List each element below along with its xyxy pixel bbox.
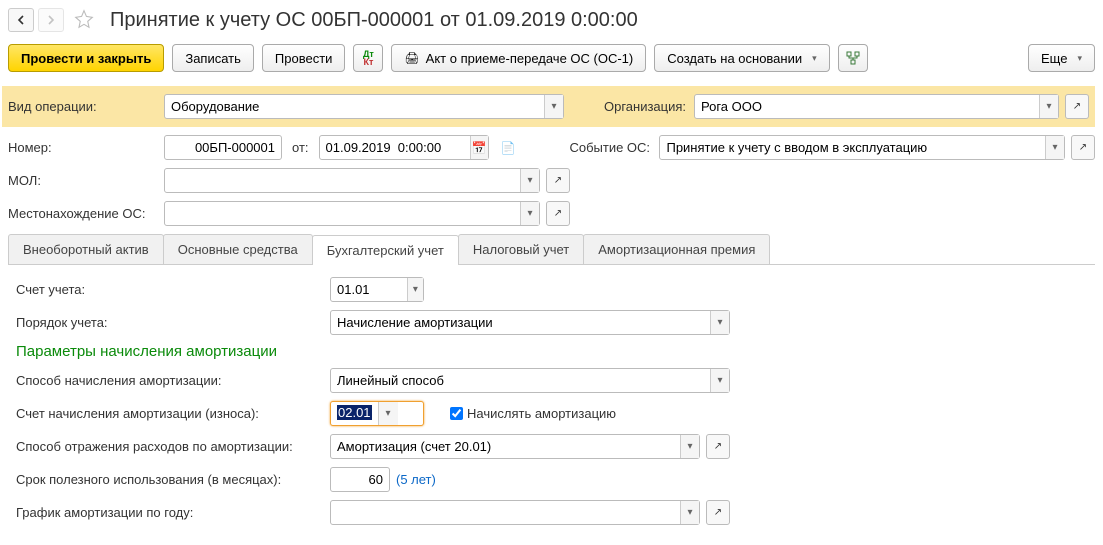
dropdown-icon[interactable]: ▾ (520, 202, 539, 225)
print-act-button[interactable]: 🖨 Акт о приеме-передаче ОС (ОС-1) (391, 44, 646, 72)
link-structure-button[interactable] (838, 44, 868, 72)
schedule-label: График амортизации по году: (16, 505, 324, 520)
command-bar: Провести и закрыть Записать Провести ДтК… (8, 42, 1095, 74)
dropdown-icon[interactable]: ▾ (520, 169, 539, 192)
dropdown-icon[interactable]: ▾ (710, 369, 729, 392)
event-input[interactable]: ▾ (659, 135, 1065, 160)
more-button[interactable]: Еще (1028, 44, 1095, 72)
method-label: Способ начисления амортизации: (16, 373, 324, 388)
life-input[interactable] (330, 467, 390, 492)
structure-icon (846, 51, 860, 65)
life-label: Срок полезного использования (в месяцах)… (16, 472, 324, 487)
method-input[interactable]: ▾ (330, 368, 730, 393)
dtkt-button[interactable]: ДтКт (353, 44, 383, 72)
post-button[interactable]: Провести (262, 44, 346, 72)
section-title: Параметры начисления амортизации (16, 343, 1087, 360)
mol-input[interactable]: ▾ (164, 168, 540, 193)
print-act-label: Акт о приеме-передаче ОС (ОС-1) (426, 51, 634, 66)
order-label: Порядок учета: (16, 315, 324, 330)
dropdown-icon[interactable]: ▾ (378, 402, 398, 425)
from-label: от: (292, 140, 309, 155)
dropdown-icon[interactable]: ▾ (680, 501, 699, 524)
op-type-input[interactable]: ▾ (164, 94, 564, 119)
page-title: Принятие к учету ОС 00БП-000001 от 01.09… (110, 9, 638, 32)
new-doc-icon[interactable]: 📄 (501, 141, 516, 155)
expense-label: Способ отражения расходов по амортизации… (16, 439, 324, 454)
account-label: Счет учета: (16, 282, 324, 297)
order-input[interactable]: ▾ (330, 310, 730, 335)
checkbox-icon[interactable] (450, 407, 463, 420)
loc-label: Местонахождение ОС: (8, 206, 158, 221)
org-label: Организация: (604, 99, 688, 114)
date-input[interactable]: 📅 (319, 135, 489, 160)
mol-label: МОЛ: (8, 173, 158, 188)
dropdown-icon[interactable]: ▾ (544, 95, 563, 118)
dropdown-icon[interactable]: ▾ (680, 435, 699, 458)
open-icon[interactable]: ↗ (1065, 94, 1089, 119)
dropdown-icon[interactable]: ▾ (1039, 95, 1058, 118)
open-icon[interactable]: ↗ (546, 201, 570, 226)
dep-account-input[interactable]: 02.01 ▾ (330, 401, 424, 426)
dropdown-icon[interactable]: ▾ (1045, 136, 1064, 159)
post-and-close-button[interactable]: Провести и закрыть (8, 44, 164, 72)
create-based-button[interactable]: Создать на основании (654, 44, 829, 72)
open-icon[interactable]: ↗ (706, 434, 730, 459)
number-input[interactable] (164, 135, 282, 160)
write-button[interactable]: Записать (172, 44, 254, 72)
number-label: Номер: (8, 140, 158, 155)
life-hint-link[interactable]: (5 лет) (396, 472, 436, 487)
loc-input[interactable]: ▾ (164, 201, 540, 226)
tab-fixed-assets[interactable]: Основные средства (163, 234, 313, 264)
op-type-label: Вид операции: (8, 99, 158, 114)
account-input[interactable]: ▾ (330, 277, 424, 302)
org-input[interactable]: ▾ (694, 94, 1059, 119)
printer-icon: 🖨 (404, 51, 419, 65)
favorite-star-icon[interactable] (74, 9, 94, 32)
schedule-input[interactable]: ▾ (330, 500, 700, 525)
open-icon[interactable]: ↗ (706, 500, 730, 525)
open-icon[interactable]: ↗ (546, 168, 570, 193)
event-label: Событие ОС: (569, 140, 653, 155)
dropdown-icon[interactable]: ▾ (407, 278, 423, 301)
open-icon[interactable]: ↗ (1071, 135, 1095, 160)
dep-account-label: Счет начисления амортизации (износа): (16, 406, 324, 421)
expense-input[interactable]: ▾ (330, 434, 700, 459)
tab-accounting[interactable]: Бухгалтерский учет (312, 235, 459, 265)
tab-dep-bonus[interactable]: Амортизационная премия (583, 234, 770, 264)
nav-back-button[interactable] (8, 8, 34, 32)
tab-nonrec-asset[interactable]: Внеоборотный актив (8, 234, 164, 264)
calendar-icon[interactable]: 📅 (470, 136, 488, 159)
dtkt-icon: ДтКт (363, 50, 374, 66)
tabs: Внеоборотный актив Основные средства Бух… (8, 234, 1095, 265)
tab-tax[interactable]: Налоговый учет (458, 234, 584, 264)
nav-forward-button[interactable] (38, 8, 64, 32)
calc-dep-checkbox[interactable]: Начислять амортизацию (450, 406, 616, 421)
dropdown-icon[interactable]: ▾ (710, 311, 729, 334)
